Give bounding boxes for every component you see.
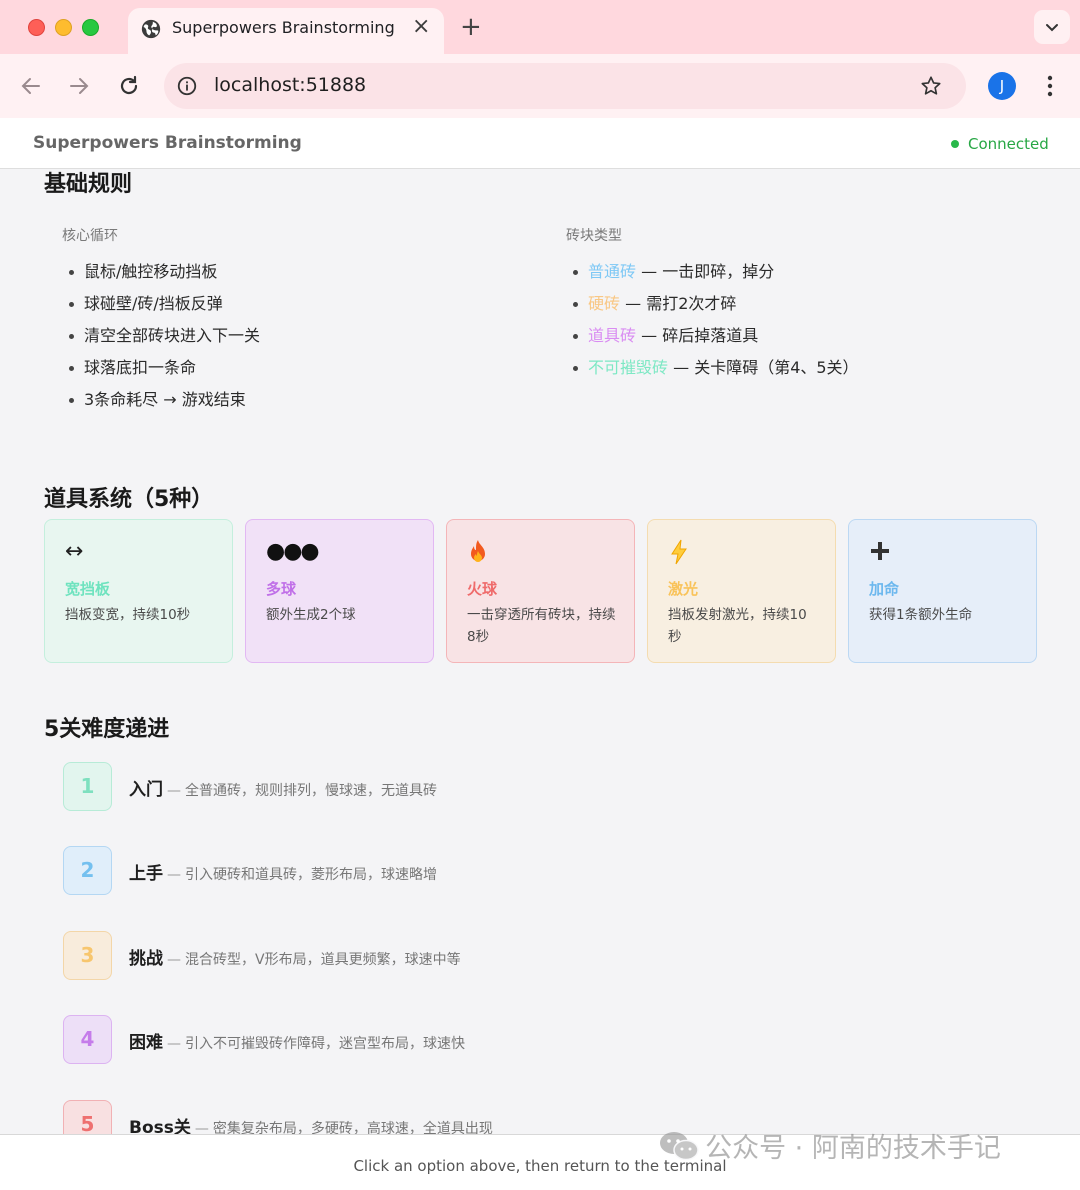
core-loop-label: 核心循环 [62, 228, 118, 244]
level-separator: — [167, 952, 181, 968]
level-row-2: 上手 — 引入硬砖和道具砖，菱形布局，球速略增 [129, 859, 437, 884]
level-name: 入门 [129, 780, 163, 800]
window-zoom-button[interactable] [82, 19, 99, 36]
connection-status-dot [951, 140, 959, 148]
browser-tab-bar: Superpowers Brainstorming × + [0, 0, 1080, 54]
powerup-card-laser[interactable]: 激光 挡板发射激光，持续10秒 [647, 519, 836, 663]
list-item: 球碰壁/砖/挡板反弹 [62, 288, 260, 320]
close-tab-icon[interactable]: × [412, 14, 430, 39]
powerup-desc: 挡板变宽，持续10秒 [65, 607, 191, 623]
brick-type-desc: — 一击即碎，掉分 [636, 262, 775, 281]
tab-search-button[interactable] [1034, 10, 1070, 44]
level-desc: 引入不可摧毁砖作障碍，迷宫型布局，球速快 [185, 1036, 465, 1052]
level-desc: 引入硬砖和道具砖，菱形布局，球速略增 [185, 867, 437, 883]
site-info-icon[interactable] [176, 75, 198, 97]
powerup-card-multiball[interactable]: ●●● 多球 额外生成2个球 [245, 519, 434, 663]
powerup-desc: 获得1条额外生命 [869, 607, 973, 623]
list-item: 清空全部砖块进入下一关 [62, 320, 260, 352]
level-name: 挑战 [129, 949, 163, 969]
window-close-button[interactable] [28, 19, 45, 36]
section-title-levels: 5关难度递进 [44, 717, 170, 742]
wechat-icon [660, 1131, 699, 1160]
brick-type-desc: — 关卡障碍（第4、5关） [668, 358, 859, 377]
bookmark-star-icon[interactable] [920, 75, 942, 97]
powerup-card-extra-life[interactable]: 加命 获得1条额外生命 [848, 519, 1037, 663]
level-name: 上手 [129, 864, 163, 884]
powerup-name: 火球 [467, 580, 498, 598]
list-item: 3条命耗尽 → 游戏结束 [62, 384, 260, 416]
tab-title: Superpowers Brainstorming [172, 18, 395, 37]
powerup-name: 加命 [869, 580, 900, 598]
level-separator: — [167, 1036, 181, 1052]
brick-type-desc: — 碎后掉落道具 [636, 326, 759, 345]
powerup-name: 宽挡板 [65, 580, 111, 598]
powerup-card-fireball[interactable]: 火球 一击穿透所有砖块，持续8秒 [446, 519, 635, 663]
section-title-basic-rules: 基础规则 [44, 172, 133, 197]
section-title-powerups: 道具系统（5种） [44, 487, 214, 512]
level-desc: 混合砖型，V形布局，道具更频繁，球速中等 [185, 952, 461, 968]
app-header: Superpowers Brainstorming Connected [0, 118, 1080, 169]
reload-icon[interactable] [117, 74, 141, 98]
level-badge-4: 4 [63, 1015, 112, 1064]
powerup-desc: 一击穿透所有砖块，持续8秒 [467, 607, 616, 645]
profile-avatar[interactable]: J [988, 72, 1016, 100]
powerup-desc: 额外生成2个球 [266, 607, 356, 623]
brick-type-item: 硬砖 — 需打2次才碎 [566, 288, 859, 320]
level-separator: — [167, 783, 181, 799]
powerup-name: 激光 [668, 580, 699, 598]
brick-type-item: 普通砖 — 一击即碎，掉分 [566, 256, 859, 288]
more-menu-icon[interactable] [1040, 74, 1060, 98]
brick-types-label: 砖块类型 [566, 228, 622, 244]
powerup-name: 多球 [266, 580, 297, 598]
url-text[interactable]: localhost:51888 [214, 74, 366, 96]
list-item: 球落底扣一条命 [62, 352, 260, 384]
address-bar[interactable]: localhost:51888 [164, 63, 966, 109]
app-title: Superpowers Brainstorming [33, 133, 302, 153]
window-minimize-button[interactable] [55, 19, 72, 36]
forward-arrow-icon[interactable] [67, 74, 91, 98]
web-page: Superpowers Brainstorming Connected 基础规则… [0, 118, 1080, 1190]
brick-type-item: 道具砖 — 碎后掉落道具 [566, 320, 859, 352]
watermark-text: 公众号 · 阿南的技术手记 [705, 1133, 1001, 1164]
brick-type-name: 硬砖 [588, 294, 621, 313]
level-badge-2: 2 [63, 846, 112, 895]
level-row-3: 挑战 — 混合砖型，V形布局，道具更频繁，球速中等 [129, 944, 461, 969]
browser-toolbar: localhost:51888 J [0, 54, 1080, 118]
back-arrow-icon[interactable] [19, 74, 43, 98]
globe-icon [141, 19, 161, 39]
brick-type-name: 不可摧毁砖 [588, 358, 669, 377]
brick-type-desc: — 需打2次才碎 [620, 294, 737, 313]
watermark: 公众号 · 阿南的技术手记 [658, 1126, 1001, 1165]
level-row-4: 困难 — 引入不可摧毁砖作障碍，迷宫型布局，球速快 [129, 1028, 465, 1053]
level-badge-1: 1 [63, 762, 112, 811]
list-item: 鼠标/触控移动挡板 [62, 256, 260, 288]
chevron-down-icon [1046, 24, 1058, 32]
new-tab-icon[interactable]: + [460, 12, 482, 42]
plus-icon [871, 542, 889, 560]
level-badge-3: 3 [63, 931, 112, 980]
brick-type-name: 普通砖 [588, 262, 637, 281]
level-separator: — [167, 867, 181, 883]
main-content: 基础规则 核心循环 鼠标/触控移动挡板 球碰壁/砖/挡板反弹 清空全部砖块进入下… [0, 118, 1080, 1190]
level-name: 困难 [129, 1033, 163, 1053]
powerup-card-wide-paddle[interactable]: ↔ 宽挡板 挡板变宽，持续10秒 [44, 519, 233, 663]
core-loop-list: 鼠标/触控移动挡板 球碰壁/砖/挡板反弹 清空全部砖块进入下一关 球落底扣一条命… [62, 256, 260, 416]
brick-types-list: 普通砖 — 一击即碎，掉分 硬砖 — 需打2次才碎 道具砖 — 碎后掉落道具 不… [566, 256, 859, 384]
brick-type-name: 道具砖 [588, 326, 637, 345]
level-desc: 全普通砖，规则排列，慢球速，无道具砖 [185, 783, 437, 799]
powerup-desc: 挡板发射激光，持续10秒 [668, 607, 807, 645]
level-row-1: 入门 — 全普通砖，规则排列，慢球速，无道具砖 [129, 775, 437, 800]
browser-tab-active[interactable]: Superpowers Brainstorming × [128, 8, 444, 54]
lightning-icon [671, 539, 687, 565]
brick-type-item: 不可摧毁砖 — 关卡障碍（第4、5关） [566, 352, 859, 384]
three-balls-icon: ●●● [266, 539, 320, 564]
connection-status: Connected [968, 135, 1049, 153]
double-arrow-icon: ↔ [65, 539, 84, 564]
fire-icon [471, 540, 485, 562]
